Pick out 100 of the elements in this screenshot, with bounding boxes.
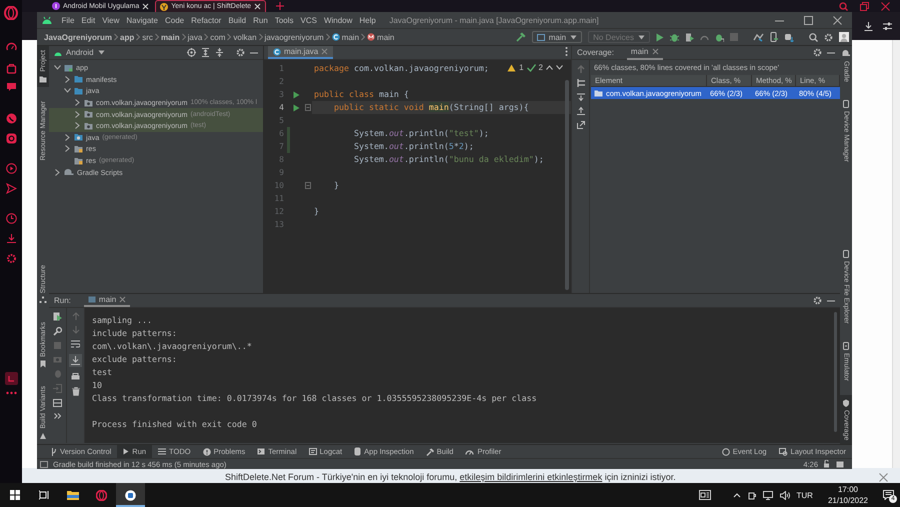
layout-icon[interactable] [53,399,62,407]
breadcrumb[interactable]: main [160,32,181,42]
monitor-icon[interactable] [762,490,772,500]
soft-wrap-icon[interactable] [71,340,80,348]
open-report-icon[interactable] [576,121,584,129]
gear-icon[interactable] [6,253,16,264]
keyboard-language[interactable]: TUR [796,490,813,500]
breadcrumb[interactable]: com [209,32,226,42]
scrollbar[interactable] [834,312,837,432]
mug-icon[interactable] [748,490,756,500]
run-gutter-icon[interactable] [293,90,300,98]
app-icon[interactable] [125,490,136,500]
opera-logo[interactable] [96,490,107,500]
collapse-all-icon[interactable] [215,48,224,57]
coverage-run-icon[interactable] [685,32,694,42]
sdk-manager-icon[interactable] [784,32,794,42]
target-icon[interactable] [187,48,196,57]
breadcrumb[interactable]: javaogreniyorum [264,32,325,42]
more-icon[interactable] [6,391,16,395]
menu-item[interactable]: Build [224,16,250,24]
folder-icon[interactable] [66,490,78,500]
rerun-icon[interactable] [53,312,62,321]
expand-more-icon[interactable] [54,413,61,419]
menu-item[interactable]: Refactor [188,16,225,24]
coverage-tab[interactable]: main [626,46,664,60]
device-manager-icon[interactable] [770,32,778,42]
expand-all-icon[interactable] [201,48,210,57]
breadcrumb[interactable]: main [366,32,396,42]
phone-bubble-icon[interactable] [6,113,16,124]
sidebar-toggle-icon[interactable] [4,372,18,385]
breadcrumb[interactable]: java [186,32,204,42]
wrench-icon[interactable] [53,327,62,336]
breadcrumb[interactable]: app [119,32,136,42]
trash-icon[interactable] [72,387,80,396]
chat-icon[interactable] [6,82,16,93]
scrollbar[interactable] [565,80,569,290]
maximize-icon[interactable] [804,16,813,24]
search-icon[interactable] [809,32,818,42]
warning-count[interactable]: 1 [519,63,524,72]
fold-icon[interactable] [304,104,310,111]
send-icon[interactable] [6,183,16,194]
run-configuration-dropdown[interactable]: main [532,31,582,43]
line-number: 13 [273,220,284,229]
camera-icon[interactable] [6,133,16,144]
scroll-to-end-icon[interactable] [71,356,80,365]
menu-item[interactable]: Tools [271,16,297,24]
chevron-icon [180,33,187,41]
lock-icon[interactable] [823,460,831,468]
hammer-icon[interactable] [516,32,526,42]
opera-logo[interactable] [4,6,18,20]
previous-icon[interactable] [546,65,553,70]
clock-icon[interactable] [6,213,16,224]
bag-icon[interactable] [6,63,16,74]
settings-icon[interactable] [236,48,245,57]
speedometer-icon[interactable] [6,42,16,53]
tool-windows-icon[interactable] [40,460,48,468]
export-icon[interactable] [576,107,584,115]
breadcrumb[interactable]: main [330,32,360,42]
search-icon[interactable] [839,2,848,11]
play-icon[interactable] [6,163,16,174]
notification-icon[interactable] [883,490,894,500]
menu-item[interactable]: Run [250,16,272,24]
new-tab-icon[interactable] [276,2,284,10]
settings-icon[interactable] [813,296,822,305]
next-icon[interactable] [556,65,563,70]
menu-item[interactable]: Help [356,16,380,24]
speaker-icon[interactable] [780,490,790,500]
sliders-icon[interactable] [883,22,892,30]
project-view-dropdown[interactable]: Android [54,48,105,57]
warning-icon [507,64,516,72]
menu-item[interactable]: Navigate [122,16,162,24]
check-count[interactable]: 2 [538,63,543,72]
news-icon[interactable] [698,490,710,500]
breadcrumb[interactable]: volkan [232,32,258,42]
run-icon[interactable] [656,32,664,42]
attach-debugger-icon[interactable] [715,32,724,42]
chevron-up-icon[interactable] [732,492,740,498]
run-gutter-icon[interactable] [293,104,300,112]
menu-item[interactable]: Code [161,16,188,24]
menu-item[interactable]: File [58,16,78,24]
breadcrumb[interactable]: src [141,32,154,42]
scrollbar[interactable] [892,40,900,468]
windows-logo[interactable] [10,490,20,500]
task-view-icon[interactable] [38,490,48,500]
menu-item[interactable]: VCS [297,16,320,24]
module-icon [88,296,96,303]
menu-item[interactable]: View [98,16,123,24]
permission-link[interactable]: etkileşim bildirimlerini etkinleştirmek [460,472,602,482]
clock[interactable]: 17:00 21/10/2022 [828,484,868,506]
menu-item[interactable]: Window [320,16,356,24]
fold-icon[interactable] [304,182,310,189]
import-icon[interactable] [576,93,584,101]
line-number: 9 [278,168,284,177]
editor-tab[interactable]: main.java [268,46,334,59]
tree-icon[interactable] [576,79,584,87]
menu-item[interactable]: Edit [78,16,99,24]
more-icon[interactable] [565,47,568,56]
restore-icon[interactable] [860,2,869,11]
breadcrumb[interactable]: JavaOgreniyorum [43,32,114,42]
print-icon[interactable] [71,373,80,381]
